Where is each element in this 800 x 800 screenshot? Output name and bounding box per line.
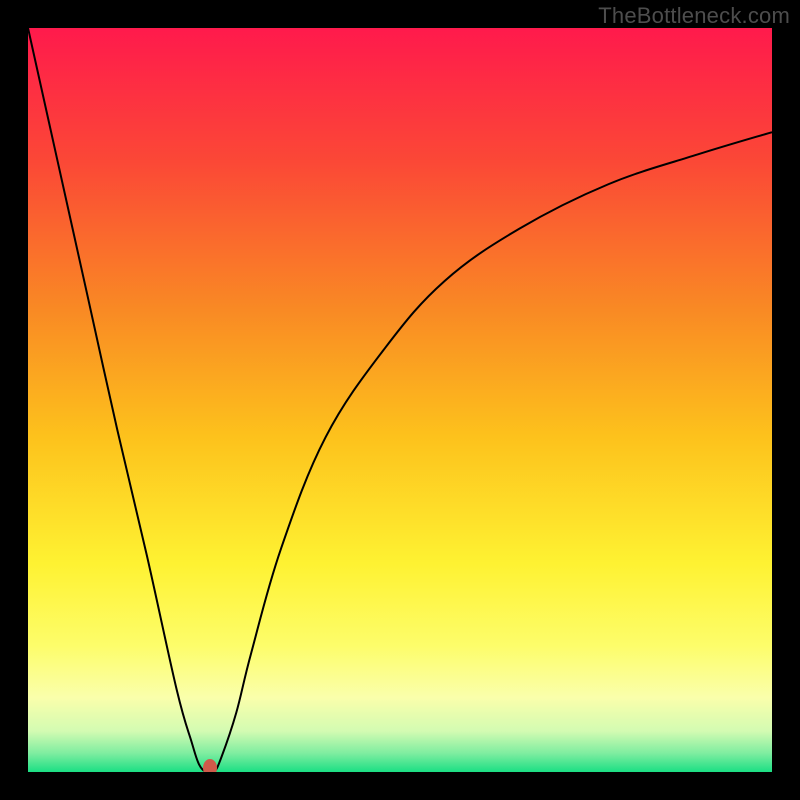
chart-root: TheBottleneck.com [0,0,800,800]
bottleneck-curve [28,28,772,772]
plot-area [28,28,772,772]
optimum-marker-icon [203,759,217,772]
watermark-text: TheBottleneck.com [598,3,790,29]
curve-layer [28,28,772,772]
